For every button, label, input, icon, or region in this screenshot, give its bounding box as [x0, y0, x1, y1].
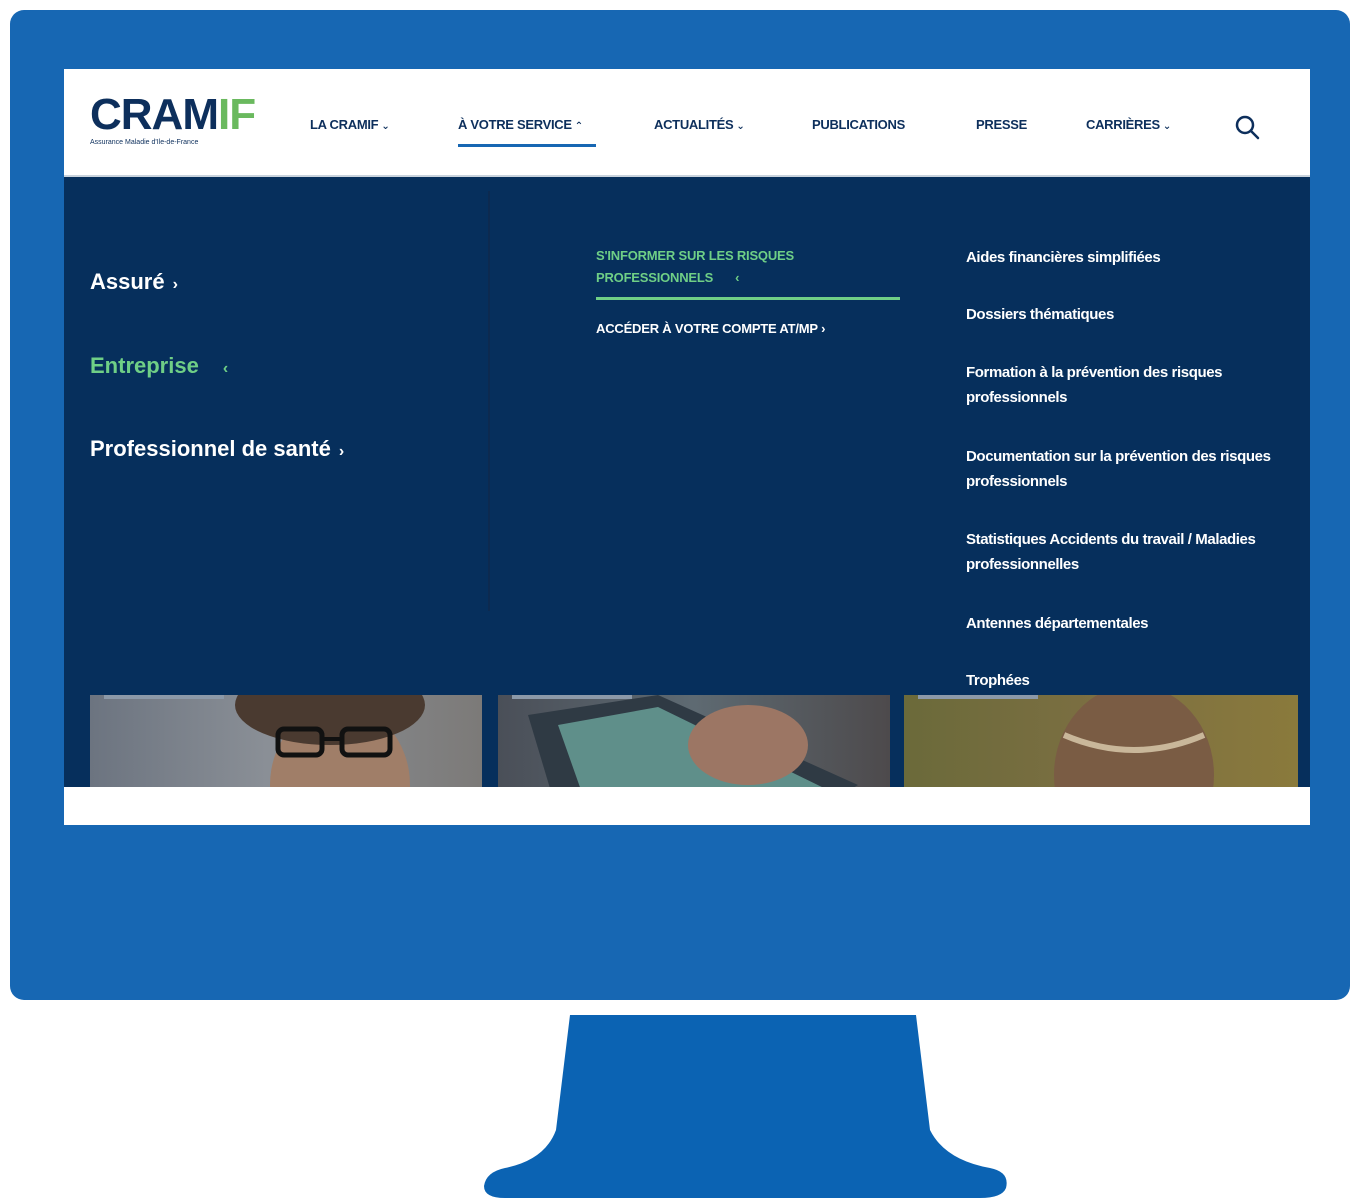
nav-label: ACTUALITÉS — [654, 117, 734, 132]
nav-a-votre-service[interactable]: À VOTRE SERVICE ⌃ — [458, 117, 583, 132]
submenu-title-line2: PROFESSIONNELS — [596, 270, 714, 285]
chevron-right-icon: › — [338, 443, 345, 460]
logo-text-if: IF — [217, 90, 256, 139]
menu-label: Professionnel de santé — [90, 436, 331, 461]
nav-carrieres[interactable]: CARRIÈRES ⌄ — [1086, 117, 1171, 132]
browser-screen: CRAMIF Assurance Maladie d'Ile-de-France… — [64, 69, 1310, 825]
chevron-right-icon: › — [172, 276, 178, 293]
nav-label: PUBLICATIONS — [812, 117, 905, 132]
link-statistiques-at-mp[interactable]: Statistiques Accidents du travail / Mala… — [966, 527, 1306, 577]
card-bar — [918, 695, 1038, 699]
submenu-active-underline — [596, 297, 900, 300]
nav-publications[interactable]: PUBLICATIONS — [812, 117, 905, 132]
page-below-fold — [64, 787, 1310, 825]
logo-tagline: Assurance Maladie d'Ile-de-France — [90, 139, 199, 146]
nav-active-indicator — [458, 144, 596, 147]
link-aides-financieres[interactable]: Aides financières simplifiées — [966, 245, 1306, 270]
site-header: CRAMIF Assurance Maladie d'Ile-de-France… — [64, 69, 1310, 177]
link-documentation-prevention[interactable]: Documentation sur la prévention des risq… — [966, 444, 1306, 494]
monitor-stand — [484, 1015, 1007, 1198]
nav-label: LA CRAMIF — [310, 117, 379, 132]
cramif-logo[interactable]: CRAMIF Assurance Maladie d'Ile-de-France — [90, 93, 270, 153]
nav-label: À VOTRE SERVICE — [458, 117, 572, 132]
submenu-acceder-compte[interactable]: ACCÉDER À VOTRE COMPTE AT/MP › — [596, 321, 825, 336]
menu-professionnel-sante[interactable]: Professionnel de santé › — [90, 436, 344, 462]
nav-label: PRESSE — [976, 117, 1027, 132]
search-icon[interactable] — [1232, 113, 1262, 143]
submenu-title-line2-wrap: PROFESSIONNELS ‹ — [596, 267, 896, 289]
link-antennes-departementales[interactable]: Antennes départementales — [966, 611, 1306, 636]
menu-divider — [488, 191, 490, 611]
submenu-sinformer-risques[interactable]: S'INFORMER SUR LES RISQUES PROFESSIONNEL… — [596, 245, 896, 289]
menu-label: Assuré — [90, 269, 165, 294]
chevron-down-icon: ⌄ — [736, 121, 745, 132]
card-bar — [104, 695, 224, 699]
link-trophees[interactable]: Trophées — [966, 668, 1306, 693]
link-dossiers-thematiques[interactable]: Dossiers thématiques — [966, 302, 1306, 327]
menu-entreprise[interactable]: Entreprise ‹ — [90, 353, 228, 379]
card-bar — [512, 695, 632, 699]
submenu-title-line1: S'INFORMER SUR LES RISQUES — [596, 248, 794, 263]
chevron-down-icon: ⌄ — [1162, 121, 1171, 132]
chevron-left-icon: ‹ — [222, 360, 229, 377]
chevron-down-icon: ⌄ — [381, 121, 390, 132]
logo-wordmark: CRAMIF — [90, 93, 270, 137]
chevron-left-icon: ‹ — [735, 270, 740, 285]
chevron-up-icon: ⌃ — [574, 121, 583, 132]
nav-la-cramif[interactable]: LA CRAMIF ⌄ — [310, 117, 390, 132]
link-formation-prevention[interactable]: Formation à la prévention des risques pr… — [966, 360, 1306, 410]
nav-presse[interactable]: PRESSE — [976, 117, 1027, 132]
nav-actualites[interactable]: ACTUALITÉS ⌄ — [654, 117, 745, 132]
nav-label: CARRIÈRES — [1086, 117, 1160, 132]
logo-text-cram: CRAM — [90, 90, 219, 139]
menu-assure[interactable]: Assuré › — [90, 269, 178, 295]
menu-label: Entreprise — [90, 353, 199, 378]
